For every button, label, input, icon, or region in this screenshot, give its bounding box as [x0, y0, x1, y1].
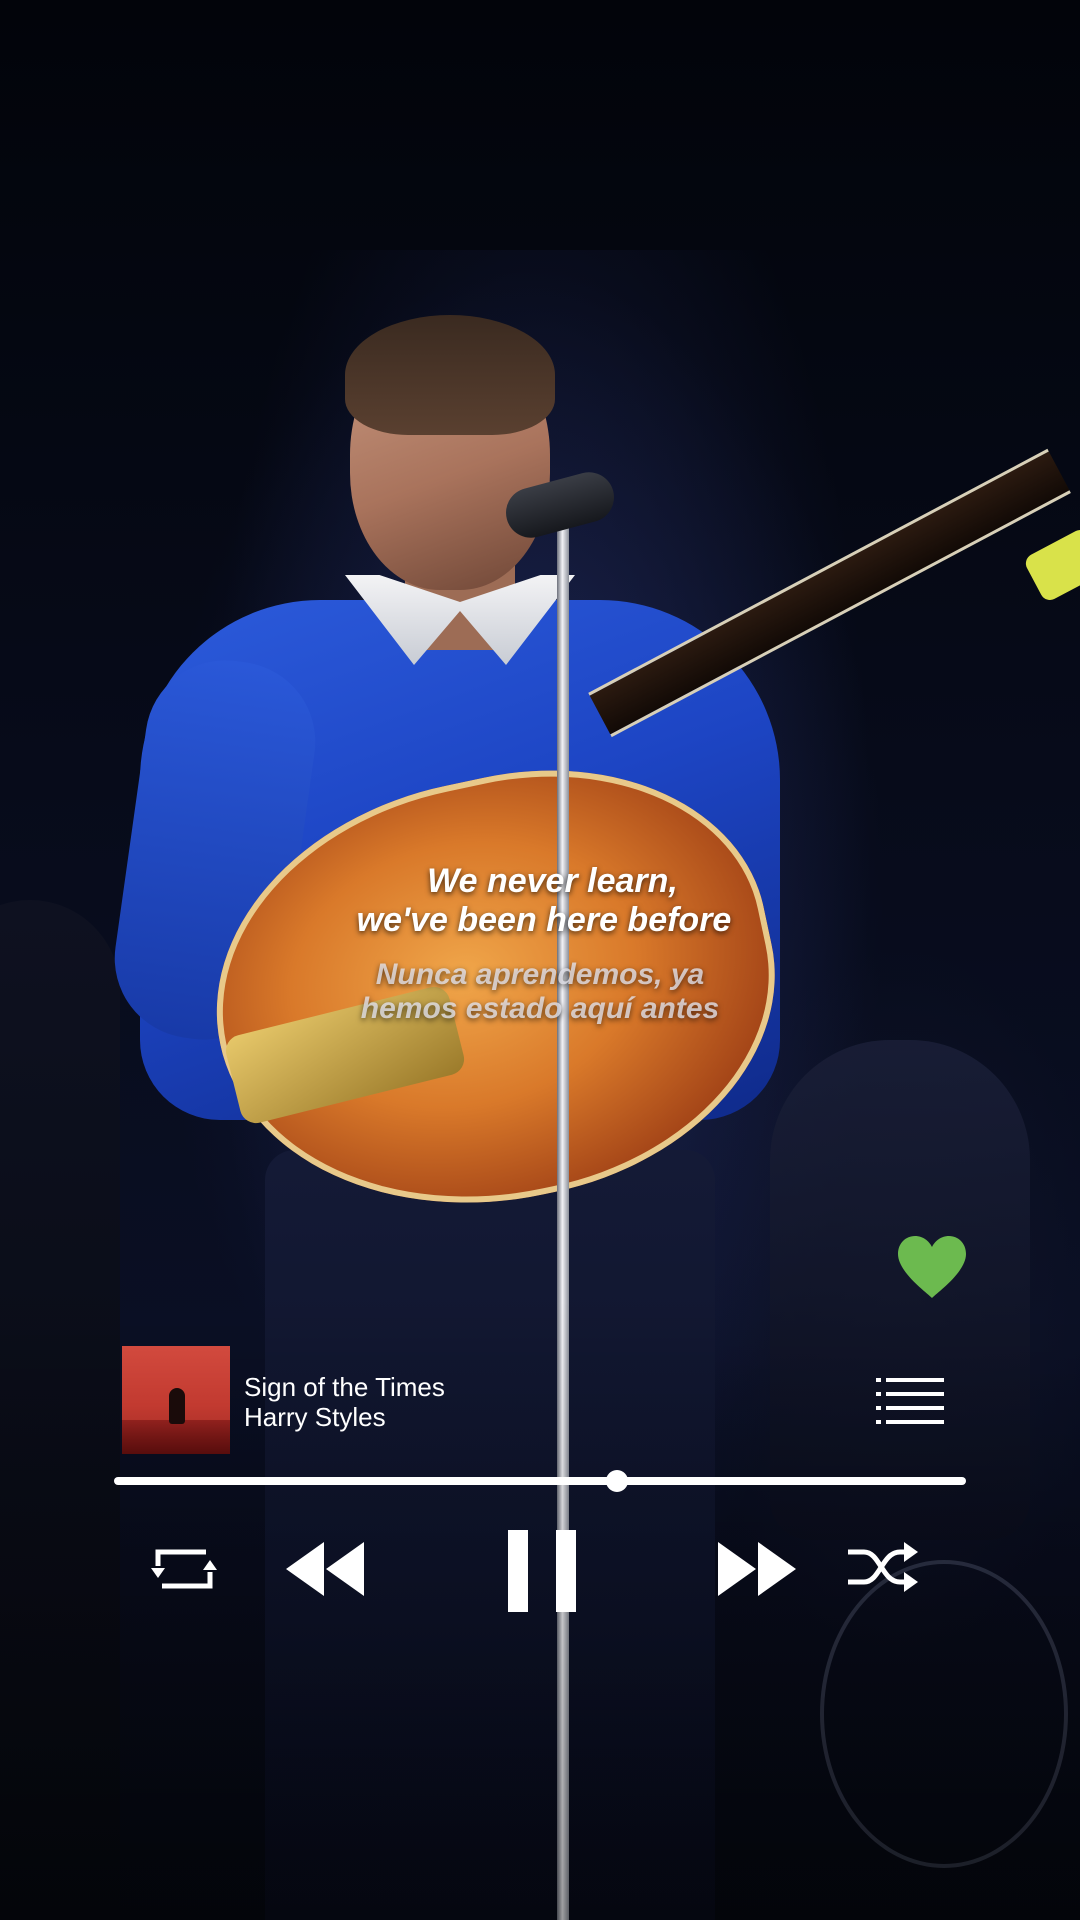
like-button[interactable]: [896, 1234, 968, 1300]
lyrics-panel: We never learn, we've been here before N…: [0, 862, 1080, 1026]
playback-controls: [0, 1520, 1080, 1620]
progress-track[interactable]: [114, 1477, 966, 1485]
translation-line-1: Nunca aprendemos, ya: [375, 958, 705, 991]
track-artist: Harry Styles: [244, 1402, 386, 1432]
pause-icon[interactable]: [504, 1530, 578, 1612]
track-info[interactable]: Sign of the Times Harry Styles: [244, 1372, 445, 1432]
lyrics-translation: Nunca aprendemos, ya hemos estado aquí a…: [0, 958, 1080, 1026]
rewind-icon[interactable]: [284, 1540, 366, 1598]
track-title: Sign of the Times: [244, 1372, 445, 1402]
album-art[interactable]: [122, 1346, 230, 1454]
lyric-line-2: we've been here before: [356, 901, 732, 939]
performer-hair: [345, 315, 555, 435]
now-playing-bar: Sign of the Times Harry Styles: [122, 1346, 952, 1454]
playback-progress-bar[interactable]: [114, 1470, 966, 1492]
shuffle-icon[interactable]: [846, 1542, 920, 1592]
progress-scrubber[interactable]: [605, 1470, 628, 1492]
album-art-water: [122, 1420, 230, 1454]
fast-forward-icon[interactable]: [716, 1540, 798, 1598]
queue-list-icon: [876, 1378, 944, 1424]
repeat-icon[interactable]: [148, 1544, 220, 1594]
translation-line-2: hemos estado aquí antes: [360, 992, 720, 1025]
guitar-headstock: [1022, 526, 1080, 604]
lyric-line-1: We never learn,: [427, 862, 678, 900]
heart-icon: [898, 1236, 966, 1298]
album-art-figure: [169, 1388, 185, 1424]
queue-button[interactable]: [876, 1376, 944, 1426]
player-screen: We never learn, we've been here before N…: [0, 0, 1080, 1920]
